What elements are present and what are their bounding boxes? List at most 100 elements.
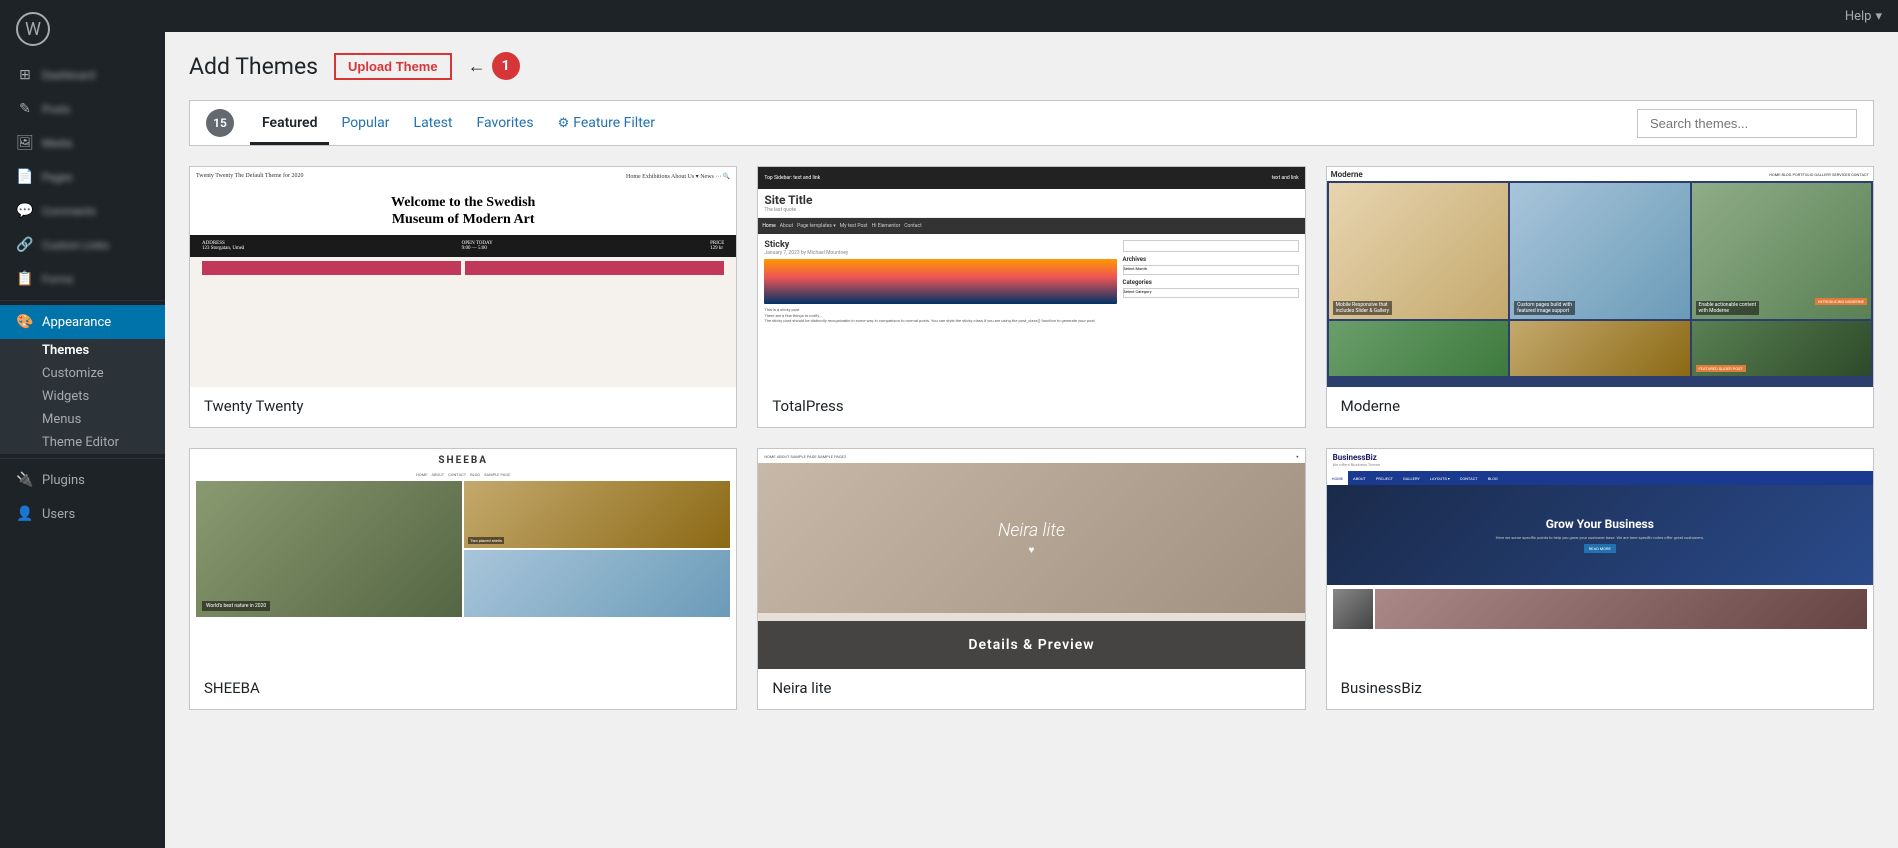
- nl-name: Neira lite: [998, 520, 1065, 541]
- neira-overlay[interactable]: Details & Preview: [758, 621, 1304, 669]
- theme-name-twenty-twenty: Twenty Twenty: [190, 387, 736, 427]
- comments-icon: 💬: [16, 202, 34, 220]
- dashboard-icon: ⊞: [16, 66, 34, 84]
- tabs-bar: 15 Featured Popular Latest Favorites ⚙ F…: [189, 100, 1874, 146]
- theme-card-twenty-twenty[interactable]: Twenty Twenty The Default Theme for 2020…: [189, 166, 737, 428]
- sidebar-plugins-label: Plugins: [42, 473, 85, 488]
- sidebar-divider: [0, 300, 165, 301]
- nl-hero: Neira lite ♥: [758, 463, 1304, 613]
- theme-card-neira-lite[interactable]: HOME ABOUT SAMPLE PAGE SAMPLE PAGE2 ♥ Ne…: [757, 448, 1305, 710]
- links-icon: 🔗: [16, 236, 34, 254]
- help-label: Help: [1845, 9, 1872, 24]
- sidebar-sub-customize[interactable]: Customize: [0, 362, 165, 385]
- mod-topbar: Moderne HOME BLOG PORTFOLIO GALLERY SERV…: [1327, 167, 1873, 181]
- page-header: Add Themes Upload Theme ← 1: [189, 52, 1874, 80]
- sidebar-appearance-header[interactable]: 🎨 Appearance: [0, 305, 165, 339]
- chevron-down-icon: ▾: [1875, 9, 1882, 24]
- mod-label: FEATURED SLIDER POST: [1696, 365, 1746, 372]
- upload-arrow-annotation: ← 1: [468, 52, 520, 80]
- arrow-icon: ←: [468, 56, 486, 77]
- content-area: Add Themes Upload Theme ← 1 15 Featured …: [165, 32, 1898, 848]
- main-content: Help ▾ Add Themes Upload Theme ← 1 15 Fe…: [165, 0, 1898, 848]
- wp-logo: W: [0, 0, 165, 58]
- forms-icon: 📋: [16, 270, 34, 288]
- feature-filter-button[interactable]: ⚙ Feature Filter: [546, 101, 667, 145]
- sidebar-users-label: Users: [42, 507, 75, 522]
- tt-hero: Welcome to the SwedishMuseum of Modern A…: [190, 185, 736, 235]
- nl-nav: HOME ABOUT SAMPLE PAGE SAMPLE PAGE2 ♥: [758, 449, 1304, 463]
- mod-row2: FEATURED SLIDER POST: [1327, 321, 1873, 378]
- sidebar-item-media[interactable]: 🖼 Media: [0, 126, 165, 160]
- mod-grid: Mobile Responsive thatincludes Slider & …: [1327, 181, 1873, 321]
- tab-popular[interactable]: Popular: [329, 101, 401, 145]
- theme-name-moderne: Moderne: [1327, 387, 1873, 427]
- sidebar-item-label: Forms: [42, 273, 73, 286]
- themes-count-badge: 15: [206, 109, 234, 137]
- sidebar-item-users[interactable]: 👤 Users: [0, 497, 165, 531]
- theme-name-businessbiz: BusinessBiz: [1327, 669, 1873, 709]
- sidebar-item-label: Media: [42, 137, 72, 150]
- tt-topbar: Twenty Twenty The Default Theme for 2020…: [190, 167, 736, 185]
- tab-favorites[interactable]: Favorites: [465, 101, 546, 145]
- gear-icon: ⚙: [558, 116, 570, 131]
- tp-nav: Home About Page templates ▾ My test Post…: [758, 218, 1304, 234]
- theme-card-moderne[interactable]: Moderne HOME BLOG PORTFOLIO GALLERY SERV…: [1326, 166, 1874, 428]
- tt-red-bars: [190, 257, 736, 279]
- sidebar-item-posts[interactable]: ✎ Posts: [0, 92, 165, 126]
- theme-preview-sheeba: SHEEBA HOMEABOUTCONTACTBLOGSAMPLE PAGE W…: [190, 449, 736, 669]
- theme-card-businessbiz[interactable]: BusinessBiz We offers Business Theme HOM…: [1326, 448, 1874, 710]
- tp-content: Sticky January 7, 2023 by Michael Mountn…: [758, 234, 1304, 330]
- sidebar: W ⊞ Dashboard ✎ Posts 🖼 Media 📄 Pages 💬 …: [0, 0, 165, 848]
- media-icon: 🖼: [16, 134, 34, 152]
- sidebar-appearance-label: Appearance: [42, 315, 111, 330]
- sh-img-grid: World's best nature in 2020 Two placed s…: [190, 481, 736, 621]
- sidebar-item-forms[interactable]: 📋 Forms: [0, 262, 165, 296]
- sidebar-item-label: Posts: [42, 103, 70, 116]
- appearance-icon: 🎨: [16, 313, 34, 331]
- tab-featured[interactable]: Featured: [250, 101, 329, 145]
- sidebar-item-links[interactable]: 🔗 Custom Links: [0, 228, 165, 262]
- wp-icon: W: [16, 12, 50, 46]
- tt-dark-bar: ADDRESS123 Storgatan, Umeå OPEN TODAY9:0…: [190, 235, 736, 257]
- sh-nav: HOMEABOUTCONTACTBLOGSAMPLE PAGE: [190, 472, 736, 477]
- posts-icon: ✎: [16, 100, 34, 118]
- theme-card-sheeba[interactable]: SHEEBA HOMEABOUTCONTACTBLOGSAMPLE PAGE W…: [189, 448, 737, 710]
- bb-people: [1327, 585, 1873, 633]
- theme-name-neira-lite: Neira lite: [758, 669, 1304, 709]
- sidebar-sub-themes[interactable]: Themes: [0, 339, 165, 362]
- sidebar-item-label: Dashboard: [42, 69, 95, 82]
- page-title: Add Themes: [189, 53, 318, 80]
- sidebar-item-appearance[interactable]: 🎨 Appearance: [0, 305, 165, 339]
- sidebar-item-dashboard[interactable]: ⊞ Dashboard: [0, 58, 165, 92]
- users-icon: 👤: [16, 505, 34, 523]
- sh-title: SHEEBA: [190, 449, 736, 472]
- themes-grid: Twenty Twenty The Default Theme for 2020…: [189, 166, 1874, 710]
- sidebar-sub-menus[interactable]: Menus: [0, 408, 165, 431]
- sidebar-item-plugins[interactable]: 🔌 Plugins: [0, 463, 165, 497]
- theme-card-totalpress[interactable]: Top Sidebar: text and link text and link…: [757, 166, 1305, 428]
- theme-preview-neira: HOME ABOUT SAMPLE PAGE SAMPLE PAGE2 ♥ Ne…: [758, 449, 1304, 669]
- sidebar-divider2: [0, 458, 165, 459]
- theme-preview-moderne: Moderne HOME BLOG PORTFOLIO GALLERY SERV…: [1327, 167, 1873, 387]
- search-themes-input[interactable]: [1637, 109, 1857, 138]
- bb-header: BusinessBiz We offers Business Theme: [1327, 449, 1873, 471]
- badge-number: 1: [492, 52, 520, 80]
- nl-heart: ♥: [1029, 545, 1035, 556]
- topbar: Help ▾: [165, 0, 1898, 32]
- sidebar-sub-theme-editor[interactable]: Theme Editor: [0, 431, 165, 454]
- sidebar-item-pages[interactable]: 📄 Pages: [0, 160, 165, 194]
- sidebar-item-label: Pages: [42, 171, 73, 184]
- plugins-icon: 🔌: [16, 471, 34, 489]
- sidebar-item-label: Comments: [42, 205, 96, 218]
- theme-name-sheeba: SHEEBA: [190, 669, 736, 709]
- theme-preview-businessbiz: BusinessBiz We offers Business Theme HOM…: [1327, 449, 1873, 669]
- sidebar-item-label: Custom Links: [42, 239, 109, 252]
- sidebar-sub-widgets[interactable]: Widgets: [0, 385, 165, 408]
- feature-filter-label: Feature Filter: [573, 115, 655, 131]
- help-button[interactable]: Help ▾: [1845, 9, 1882, 24]
- bb-hero: Grow Your Business Here we some specific…: [1327, 485, 1873, 585]
- sidebar-item-comments[interactable]: 💬 Comments: [0, 194, 165, 228]
- tab-latest[interactable]: Latest: [402, 101, 465, 145]
- upload-theme-button[interactable]: Upload Theme: [334, 53, 452, 80]
- tp-header: Top Sidebar: text and link text and link: [758, 167, 1304, 189]
